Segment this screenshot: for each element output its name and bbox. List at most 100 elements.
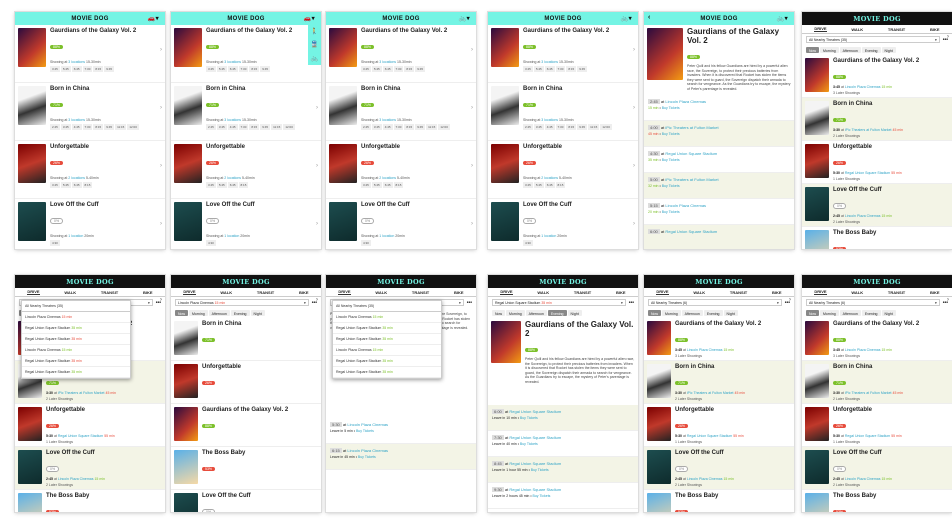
tab-drive[interactable]: DRIVE bbox=[814, 26, 827, 32]
later-showings[interactable]: 1 Later Showings bbox=[46, 440, 162, 444]
showtime-chip[interactable]: 2:45 bbox=[361, 123, 371, 130]
showtime-chip[interactable]: 8:15 bbox=[566, 65, 577, 72]
showtime-chip[interactable]: 5:45 bbox=[60, 65, 71, 72]
buy-tickets-link[interactable]: Buy Tickets bbox=[662, 184, 680, 188]
movie-row[interactable]: Unforgettable 26% Showing at 2 locations 5… bbox=[326, 141, 476, 199]
showtime-chip[interactable]: 3:45 bbox=[60, 123, 71, 130]
theatre-link[interactable]: Regal Union Square Stadium bbox=[665, 151, 717, 156]
showtime-chip[interactable]: 8:15 bbox=[555, 181, 566, 188]
showtime-chip[interactable]: 3:45 bbox=[216, 123, 227, 130]
list-item[interactable]: Born in China 71% 3:30 at iPic Theaters at… bbox=[802, 297, 952, 404]
showtime-chip[interactable]: 12:00 bbox=[127, 123, 139, 130]
showtime-chip[interactable]: 3:45 bbox=[523, 65, 533, 72]
movie-row[interactable]: Unforgettable 26% Showing at 2 locations 5… bbox=[488, 141, 638, 199]
chevron-right-icon[interactable]: › bbox=[471, 221, 473, 227]
tab-drive[interactable]: DRIVE bbox=[656, 289, 669, 295]
showtime-row[interactable]: 9:30 at Regal Union Square Stadium Leave … bbox=[488, 483, 638, 509]
chevron-right-icon[interactable]: › bbox=[316, 163, 318, 169]
list-item[interactable]: Unforgettable 26% 5:30 at Regal Union Squa… bbox=[802, 34, 952, 184]
list-item[interactable]: The Boss Baby 53% › bbox=[15, 297, 165, 512]
chevron-right-icon[interactable]: › bbox=[947, 297, 949, 303]
movie-row[interactable]: Unforgettable 26% Showing at 2 locations 5… bbox=[171, 141, 321, 199]
tab-walk[interactable]: WALK bbox=[851, 27, 863, 32]
later-showings[interactable]: 2 Later Showings bbox=[46, 397, 162, 401]
showtime-chip[interactable]: 2:45 bbox=[206, 123, 216, 130]
later-showings[interactable]: 3 Later Showings bbox=[833, 354, 949, 358]
list-item[interactable]: Unforgettable 26% › bbox=[171, 297, 321, 404]
movie-row[interactable]: Born in China 71% Showing at 3 locations 1… bbox=[171, 83, 321, 141]
dropdown-option[interactable]: Regal Union Square Stadium 35 min bbox=[333, 334, 441, 345]
tab-walk[interactable]: WALK bbox=[693, 290, 705, 295]
theatre-select[interactable]: All Nearby Theatres (35)▾ bbox=[806, 36, 940, 43]
showtime-chip[interactable]: 7:30 bbox=[393, 65, 404, 72]
showtime-chip[interactable]: 4:45 bbox=[227, 123, 238, 130]
chevron-right-icon[interactable]: › bbox=[316, 105, 318, 111]
movie-row[interactable]: Unforgettable 26% Showing at 2 locations 5… bbox=[15, 141, 165, 199]
showtime-chip[interactable]: 8:15 bbox=[404, 123, 415, 130]
tab-walk[interactable]: WALK bbox=[537, 290, 549, 295]
showtime-chip[interactable]: 7:30 bbox=[238, 123, 249, 130]
list-item[interactable]: The Boss Baby 53% › bbox=[802, 34, 952, 249]
showtime-chip[interactable]: 3:45 bbox=[371, 123, 382, 130]
showtime-chip[interactable]: 9:45 bbox=[260, 65, 271, 72]
tab-bike[interactable]: BIKE bbox=[930, 290, 940, 295]
theatre-link[interactable]: Lincoln Plaza Cinemas bbox=[665, 203, 706, 208]
showtime-chip[interactable]: 9:45 bbox=[577, 123, 588, 130]
theatre-link[interactable]: Regal Union Square Stadium bbox=[509, 487, 561, 492]
tab-drive[interactable]: DRIVE bbox=[338, 289, 351, 295]
tab-walk[interactable]: WALK bbox=[851, 290, 863, 295]
showtime-chip[interactable]: 8:15 bbox=[566, 123, 577, 130]
theatre-dropdown[interactable]: All Nearby Theatres (35) Lincoln Plaza C… bbox=[332, 300, 442, 379]
showtime-chip[interactable]: 8:15 bbox=[393, 181, 404, 188]
theatre-link[interactable]: Regal Union Square Stadium bbox=[509, 435, 561, 440]
chevron-right-icon[interactable]: › bbox=[316, 297, 318, 303]
tod-afternoon[interactable]: Afternoon bbox=[208, 310, 230, 316]
showtime-chip[interactable]: 3:45 bbox=[533, 123, 544, 130]
transit-icon[interactable]: 🚆 bbox=[311, 41, 318, 48]
later-showings[interactable]: 2 Later Showings bbox=[833, 483, 949, 487]
showtime-row[interactable]: 8:45 at Regal Union Square Stadium Leave … bbox=[488, 457, 638, 483]
tab-walk[interactable]: WALK bbox=[220, 290, 232, 295]
showtime-chip[interactable]: 5:45 bbox=[533, 65, 544, 72]
tab-bike[interactable]: BIKE bbox=[616, 290, 626, 295]
showtime-chip[interactable]: 6:45 bbox=[227, 65, 238, 72]
tod-now[interactable]: Now bbox=[806, 47, 820, 53]
tab-drive[interactable]: DRIVE bbox=[500, 289, 513, 295]
showtime-chip[interactable]: 6:45 bbox=[382, 181, 393, 188]
chevron-right-icon[interactable]: › bbox=[316, 221, 318, 227]
buy-tickets-link[interactable]: Buy Tickets bbox=[520, 442, 538, 446]
showtime-chip[interactable]: 6:45 bbox=[71, 65, 82, 72]
list-item[interactable]: Gaurdians of the Galaxy Vol. 2 88% › bbox=[171, 297, 321, 447]
dropdown-option[interactable]: Lincoln Plaza Cinemas 15 min bbox=[22, 345, 130, 356]
showtime-chip[interactable]: 4:30 bbox=[206, 239, 216, 246]
tab-transit[interactable]: TRANSIT bbox=[257, 290, 274, 295]
showtime-chip[interactable]: 2:45 bbox=[50, 123, 60, 130]
list-item[interactable]: Love Off the Cuff 0% 2:45 at Lincoln Plaza… bbox=[802, 34, 952, 227]
tod-evening[interactable]: Evening bbox=[703, 310, 723, 316]
list-item[interactable]: Love Off the Cuff 0% 2:45 at Lincoln Plaza… bbox=[15, 297, 165, 490]
buy-tickets-link[interactable]: Buy Tickets bbox=[662, 158, 680, 162]
dropdown-option[interactable]: All Nearby Theatres (35) bbox=[333, 301, 441, 312]
showtime-row[interactable]: 4:00 at iPic Theaters at Fulton Market 45… bbox=[644, 121, 794, 147]
showtime-chip[interactable]: 6:45 bbox=[544, 181, 555, 188]
list-item[interactable]: The Boss Baby 53% › bbox=[802, 297, 952, 512]
list-item[interactable]: Born in China 71% › bbox=[171, 297, 321, 361]
later-showings[interactable]: 2 Later Showings bbox=[675, 397, 791, 401]
movie-row[interactable]: Gaurdians of the Galaxy Vol. 2 88% Showing… bbox=[171, 25, 321, 83]
showtime-row[interactable]: 5:00 at iPic Theaters at Fulton Market 32… bbox=[644, 173, 794, 199]
showtime-chip[interactable]: 3:45 bbox=[50, 181, 60, 188]
list-item[interactable]: Unforgettable 26% 5:30 at Regal Union Squa… bbox=[644, 297, 794, 447]
chevron-right-icon[interactable]: › bbox=[160, 163, 162, 169]
showtime-row[interactable]: 5:30 at Lincoln Plaza Cinemas Leave in 5 … bbox=[326, 418, 476, 444]
buy-tickets-link[interactable]: Buy Tickets bbox=[662, 210, 680, 214]
tod-now[interactable]: Now bbox=[175, 310, 189, 316]
showtime-chip[interactable]: 9:45 bbox=[104, 123, 115, 130]
tab-drive[interactable]: DRIVE bbox=[183, 289, 196, 295]
showtime-chip[interactable]: 3:45 bbox=[523, 181, 533, 188]
showtime-chip[interactable]: 9:45 bbox=[415, 65, 426, 72]
later-showings[interactable]: 2 Later Showings bbox=[833, 134, 949, 138]
showtime-row[interactable]: 4:30 at Regal Union Square Stadium 35 min… bbox=[644, 147, 794, 173]
dropdown-option[interactable]: Regal Union Square Stadium 35 min bbox=[22, 323, 130, 334]
theatre-link[interactable]: Regal Union Square Stadium bbox=[665, 229, 717, 234]
list-item[interactable]: Gaurdians of the Galaxy Vol. 2 88% 3:45 at… bbox=[802, 297, 952, 361]
